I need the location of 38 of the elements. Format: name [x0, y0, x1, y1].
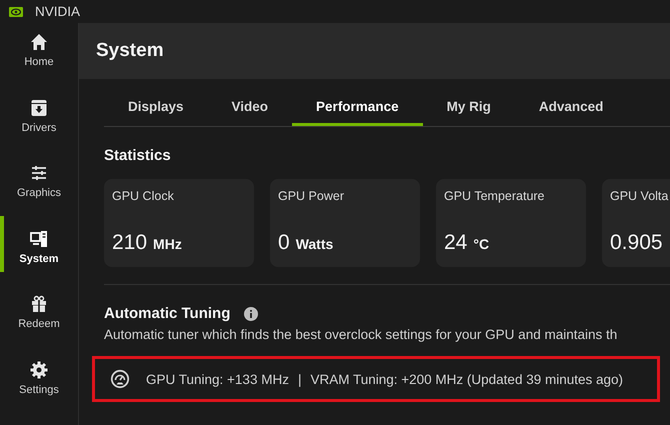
gauge-icon	[110, 369, 130, 389]
separator: |	[298, 372, 302, 386]
redeem-icon	[29, 294, 49, 314]
tab[interactable]: Displays	[104, 89, 208, 126]
description: Automatic tuner which finds the best overclock settings for your GPU and maintains th	[104, 327, 618, 342]
nav-item[interactable]: Drivers	[0, 98, 78, 163]
stat-unit: MHz	[153, 236, 182, 252]
page-title: System	[96, 40, 164, 62]
info-icon[interactable]	[244, 306, 258, 320]
status-text: VRAM Tuning: +200 MHz (Updated 39 minutes ago)	[310, 372, 624, 386]
home-icon	[29, 32, 49, 52]
stat-label: GPU Power	[278, 189, 344, 203]
stat-unit: Watts	[296, 236, 334, 252]
stat-label: GPU Temperature	[444, 189, 545, 203]
nav-item[interactable]: Home	[0, 32, 78, 98]
stat-value: 24	[444, 231, 468, 255]
stat-value: 0.905	[610, 231, 663, 255]
section-heading: Automatic Tuning	[104, 305, 230, 322]
stat-value: 0	[278, 231, 290, 255]
drivers-icon	[29, 98, 49, 118]
nav-item[interactable]: Graphics	[0, 163, 78, 228]
tab[interactable]: My Rig	[422, 89, 515, 126]
nav-item[interactable]: Settings	[0, 360, 78, 425]
tab[interactable]: Advanced	[514, 89, 628, 126]
section-heading: Statistics	[104, 147, 172, 164]
stat-value: 210	[112, 231, 148, 255]
tab[interactable]: Video	[208, 89, 292, 126]
status-text: GPU Tuning: +133 MHz	[146, 372, 289, 386]
stat-unit: °C	[473, 236, 490, 252]
stat-label: GPU Volta	[610, 189, 668, 203]
nav-item[interactable]: Redeem	[0, 294, 78, 360]
settings-icon	[29, 360, 49, 380]
stat-label: GPU Clock	[112, 189, 174, 203]
logo-icon	[9, 6, 23, 16]
graphics-icon	[29, 163, 49, 183]
system-icon	[29, 228, 49, 248]
app-title: NVIDIA	[35, 4, 80, 19]
tab[interactable]: Performance	[292, 89, 423, 126]
